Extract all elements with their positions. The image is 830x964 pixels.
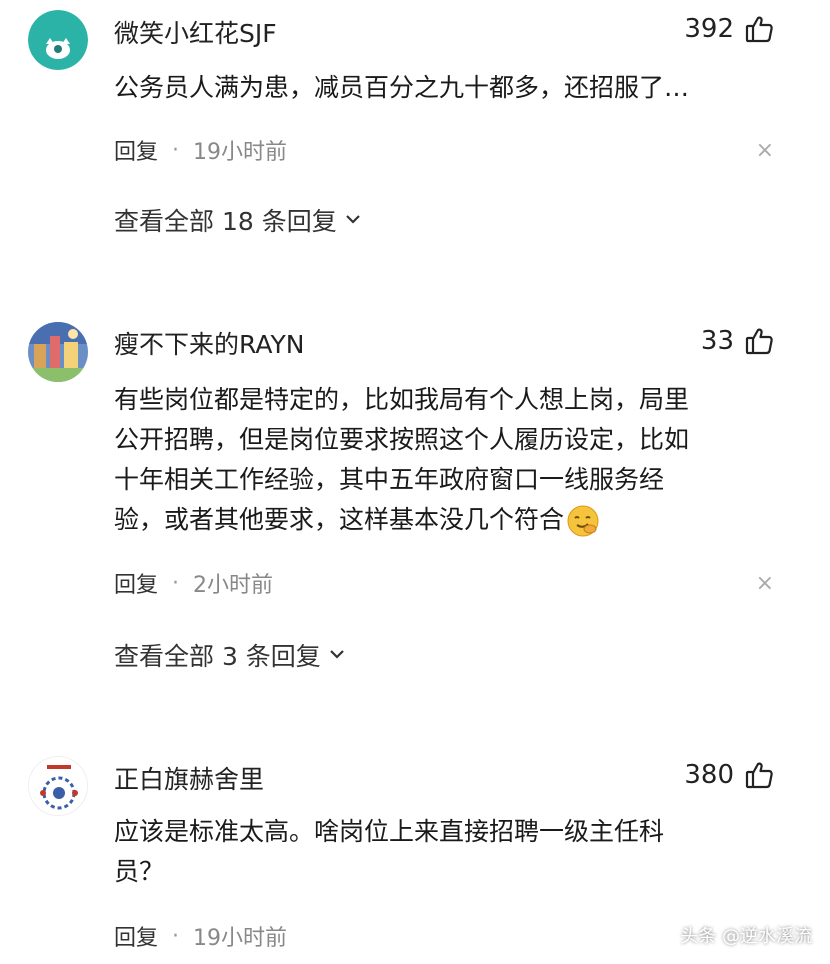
timestamp: 2小时前 (193, 573, 274, 598)
like-count: 380 (684, 760, 734, 790)
comment-text: 公务员人满为患，减员百分之九十都多，还招服了… (114, 68, 764, 108)
avatar[interactable] (28, 10, 88, 70)
username[interactable]: 正白旗赫舍里 (114, 760, 264, 796)
comment-meta: 回复 · 19小时前 (114, 920, 287, 952)
comment-line: 员？ (114, 857, 165, 886)
chevron-down-icon (327, 641, 347, 670)
like-button[interactable]: 392 (684, 14, 774, 44)
view-replies-label: 查看全部 18 条回复 (114, 207, 337, 236)
thumbs-up-icon[interactable] (744, 326, 774, 356)
comment-text: 有些岗位都是特定的，比如我局有个人想上岗，局里 公开招聘，但是岗位要求按照这个人… (114, 380, 764, 540)
comment-line: 有些岗位都是特定的，比如我局有个人想上岗，局里 (114, 385, 690, 414)
chevron-down-icon (343, 206, 363, 235)
separator: · (172, 923, 180, 949)
comment-line: 验，或者其他要求，这样基本没几个符合 (114, 505, 565, 534)
smirk-emoji-icon (566, 504, 600, 538)
thumbs-up-icon[interactable] (744, 760, 774, 790)
username[interactable]: 瘦不下来的RAYN (114, 325, 305, 361)
thumbs-up-icon[interactable] (744, 14, 774, 44)
like-count: 392 (684, 14, 734, 44)
avatar[interactable] (28, 322, 88, 382)
comment-line: 十年相关工作经验，其中五年政府窗口一线服务经 (114, 465, 665, 494)
like-button[interactable]: 33 (701, 326, 774, 356)
close-icon[interactable]: × (756, 138, 774, 163)
avatar[interactable] (28, 756, 88, 816)
watermark: 头条 @逆水溪流 (680, 926, 812, 947)
comment-text: 应该是标准太高。啥岗位上来直接招聘一级主任科 员？ (114, 812, 764, 892)
timestamp: 19小时前 (193, 140, 288, 165)
like-count: 33 (700, 326, 734, 356)
reply-button[interactable]: 回复 (114, 134, 158, 166)
comment-line: 应该是标准太高。啥岗位上来直接招聘一级主任科 (114, 817, 665, 846)
comment-line: 公务员人满为患，减员百分之九十都多，还招服了… (114, 73, 690, 102)
view-replies-label: 查看全部 3 条回复 (114, 642, 321, 671)
close-icon[interactable]: × (756, 571, 774, 596)
reply-button[interactable]: 回复 (114, 567, 158, 599)
comment-meta: 回复 · 19小时前 (114, 134, 287, 166)
separator: · (172, 137, 180, 163)
comment-meta: 回复 · 2小时前 (114, 567, 273, 599)
timestamp: 19小时前 (193, 926, 288, 951)
comment-line: 公开招聘，但是岗位要求按照这个人履历设定，比如 (114, 425, 690, 454)
view-replies-button[interactable]: 查看全部 3 条回复 (114, 637, 347, 673)
username[interactable]: 微笑小红花SJF (114, 14, 277, 50)
separator: · (172, 570, 180, 596)
like-button[interactable]: 380 (684, 760, 774, 790)
view-replies-button[interactable]: 查看全部 18 条回复 (114, 202, 363, 238)
comment-line-last: 验，或者其他要求，这样基本没几个符合 (114, 500, 764, 540)
reply-button[interactable]: 回复 (114, 920, 158, 952)
